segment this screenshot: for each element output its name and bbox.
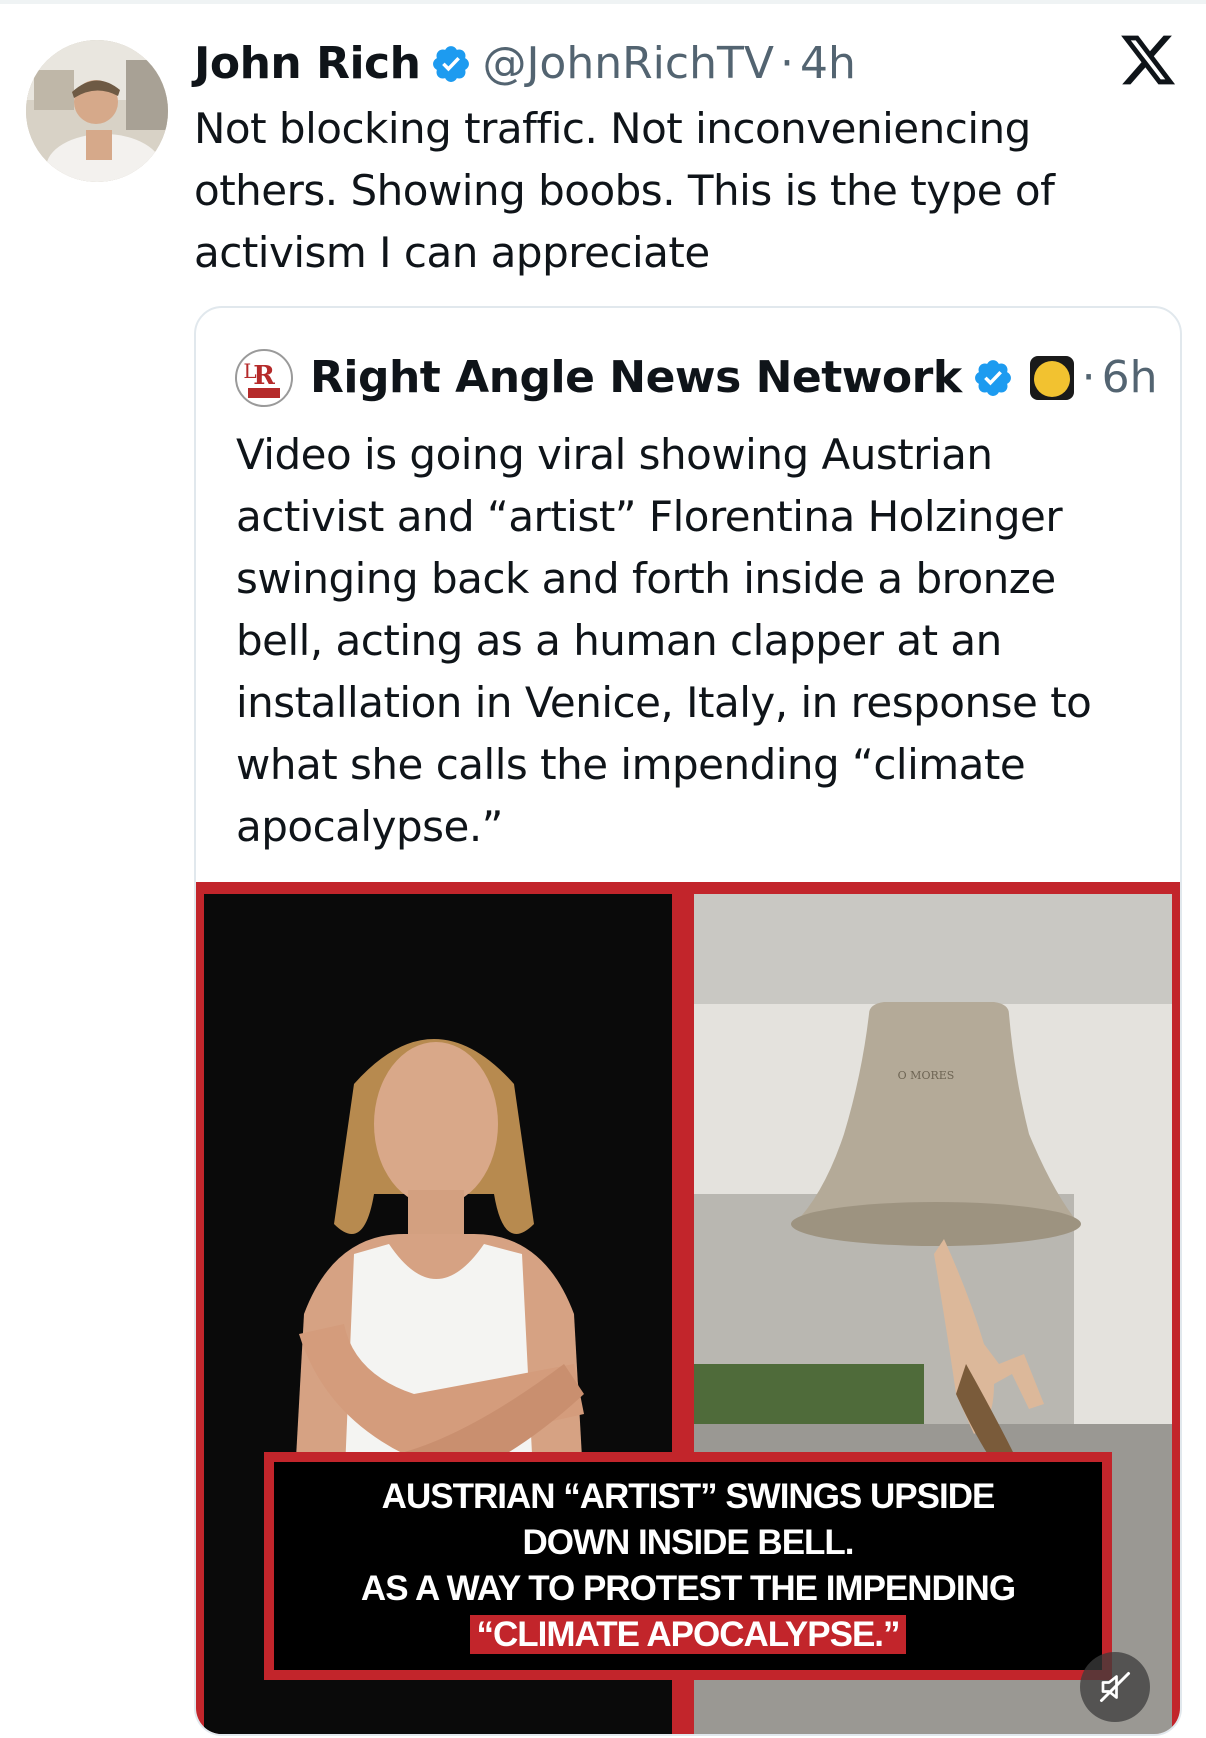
verified-badge-icon xyxy=(433,46,470,82)
quoted-text-line: apocalypse.” xyxy=(236,802,503,851)
quoted-author-name[interactable]: Right Angle News Network xyxy=(310,348,962,408)
tweet-timestamp[interactable]: 4h xyxy=(800,34,856,94)
top-divider xyxy=(0,0,1206,4)
yellow-circle-emoji-icon xyxy=(1029,356,1074,400)
caption-line: DOWN INSIDE BELL. xyxy=(522,1523,854,1562)
caption-panel: AUSTRIAN “ARTIST” SWINGS UPSIDE DOWN INS… xyxy=(274,1462,1102,1670)
muted-speaker-icon xyxy=(1100,1672,1130,1702)
header-separator: · xyxy=(1081,352,1096,403)
author-avatar[interactable] xyxy=(26,40,168,182)
quoted-tweet-card[interactable]: R L Right Angle News Network · 6h Video … xyxy=(194,306,1182,1736)
avatar-photo xyxy=(26,40,168,182)
bell-inscription: O MORES xyxy=(898,1069,955,1082)
tweet-media-video[interactable]: O MORES AUSTRIAN “ARTIST” SWINGS UPSIDE … xyxy=(196,882,1180,1734)
tweet-text-line: activism I can appreciate xyxy=(194,228,710,277)
caption-line: AUSTRIAN “ARTIST” SWINGS UPSIDE xyxy=(381,1477,996,1516)
quoted-text-line: bell, acting as a human clapper at an xyxy=(236,616,1002,665)
quoted-text-line: Video is going viral showing Austrian xyxy=(236,430,993,479)
quoted-tweet-header: R L Right Angle News Network · 6h xyxy=(234,348,1158,408)
author-name[interactable]: John Rich xyxy=(194,34,421,94)
quoted-tweet-timestamp[interactable]: 6h xyxy=(1102,348,1158,408)
unmute-button[interactable] xyxy=(1080,1652,1150,1722)
quoted-tweet-text: Video is going viral showing Austrian ac… xyxy=(236,424,1156,858)
header-separator: · xyxy=(779,38,794,89)
tweet-text-line: Not blocking traffic. Not inconveniencin… xyxy=(194,104,1031,153)
verified-badge-icon xyxy=(974,360,1011,396)
tweet-header: John Rich @JohnRichTV · 4h xyxy=(194,34,856,94)
caption-highlight-line: “CLIMATE APOCALYPSE.” xyxy=(470,1612,906,1658)
quoted-text-line: what she calls the impending “climate xyxy=(236,740,1026,789)
tweet-text-line: others. Showing boobs. This is the type … xyxy=(194,166,1055,215)
quoted-text-line: swinging back and forth inside a bronze xyxy=(236,554,1056,603)
x-logo-icon xyxy=(1121,35,1176,85)
author-handle[interactable]: @JohnRichTV xyxy=(482,34,774,94)
media-caption: AUSTRIAN “ARTIST” SWINGS UPSIDE DOWN INS… xyxy=(264,1452,1112,1680)
tweet-text: Not blocking traffic. Not inconveniencin… xyxy=(194,98,1154,284)
network-logo-icon: R L xyxy=(235,349,293,407)
quoted-text-line: activist and “artist” Florentina Holzing… xyxy=(236,492,1063,541)
caption-line: AS A WAY TO PROTEST THE IMPENDING xyxy=(360,1569,1016,1608)
caption-highlight: “CLIMATE APOCALYPSE.” xyxy=(470,1615,906,1654)
svg-text:L: L xyxy=(243,359,256,383)
quoted-text-line: installation in Venice, Italy, in respon… xyxy=(236,678,1092,727)
